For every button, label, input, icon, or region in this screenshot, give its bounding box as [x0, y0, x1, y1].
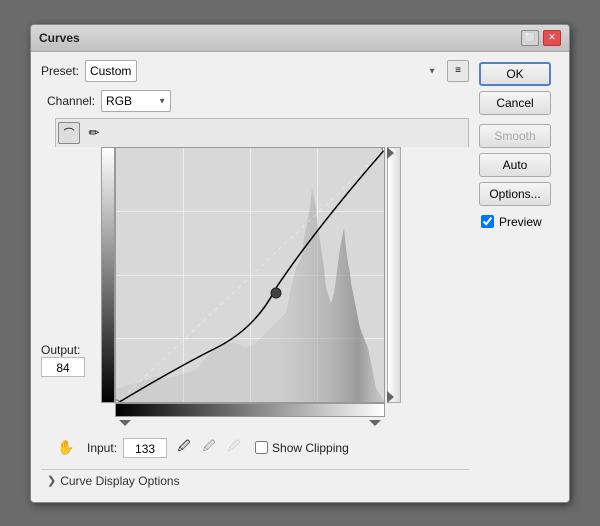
show-clipping-label: Show Clipping — [272, 441, 349, 455]
curves-dialog: Curves ⬜ ✕ Preset: Custom ≡ — [30, 24, 570, 503]
dialog-title: Curves — [39, 31, 80, 45]
x-gradient-area — [115, 403, 469, 417]
channel-label: Channel: — [47, 94, 95, 108]
show-clipping-row: Show Clipping — [255, 441, 349, 455]
close-icon: ✕ — [548, 32, 556, 43]
channel-select-wrap: RGB — [101, 90, 171, 112]
left-x-handle[interactable] — [119, 420, 131, 426]
x-gradient-bar — [115, 403, 385, 417]
x-slider-area — [115, 417, 385, 429]
curve-graph[interactable] — [115, 147, 385, 403]
white-eyedropper-button[interactable]: 🖉 — [223, 437, 245, 459]
black-eyedropper-button[interactable]: 🖉 — [173, 437, 195, 459]
title-bar: Curves ⬜ ✕ — [31, 25, 569, 52]
input-label: Input: — [87, 441, 117, 455]
auto-button[interactable]: Auto — [479, 153, 551, 177]
curve-tool-icon: ⌒ — [64, 125, 75, 141]
hand-tool-button[interactable]: ✋ — [55, 437, 77, 459]
preset-settings-icon[interactable]: ≡ — [447, 60, 469, 82]
preset-select[interactable]: Custom — [85, 60, 137, 82]
white-eyedropper-icon: 🖉 — [228, 437, 241, 458]
dialog-body: Preset: Custom ≡ Channel: RGB — [31, 52, 569, 502]
right-x-handle[interactable] — [369, 420, 381, 426]
gray-eyedropper-button[interactable]: 🖉 — [198, 437, 220, 459]
pencil-icon: ✏ — [89, 125, 100, 141]
preview-label: Preview — [499, 215, 542, 229]
preview-checkbox[interactable] — [481, 215, 494, 228]
channel-select[interactable]: RGB — [101, 90, 171, 112]
hand-icon: ✋ — [57, 439, 74, 456]
close-button[interactable]: ✕ — [543, 30, 561, 46]
histogram-svg — [116, 148, 385, 403]
gray-eyedropper-icon: 🖉 — [203, 437, 216, 458]
graph-area: Output: 84 — [41, 147, 469, 403]
show-clipping-checkbox[interactable] — [255, 441, 268, 454]
input-row: ✋ Input: 133 🖉 🖉 🖉 — [55, 437, 469, 459]
title-bar-controls: ⬜ ✕ — [521, 30, 561, 46]
left-panel: Preset: Custom ≡ Channel: RGB — [41, 60, 469, 492]
preset-select-wrap: Custom — [85, 60, 441, 82]
curve-display-label: Curve Display Options — [60, 474, 179, 488]
preset-row: Preset: Custom ≡ — [41, 60, 469, 82]
y-gradient-bar — [101, 147, 115, 403]
output-label: Output: — [41, 343, 80, 357]
settings-icon: ≡ — [455, 65, 461, 76]
minimize-button[interactable]: ⬜ — [521, 30, 539, 46]
eyedroppers: 🖉 🖉 🖉 — [173, 437, 245, 459]
input-value-box[interactable]: 133 — [123, 438, 167, 458]
pencil-tool-button[interactable]: ✏ — [83, 122, 105, 144]
curve-tool-button[interactable]: ⌒ — [58, 122, 80, 144]
output-area: Output: 84 — [41, 147, 101, 403]
top-slider-handle[interactable] — [387, 147, 394, 159]
output-value-box[interactable]: 84 — [41, 357, 85, 377]
curve-display-options-row[interactable]: ❯ Curve Display Options — [41, 469, 469, 492]
curve-point-mid — [271, 288, 281, 298]
curve-section: ⌒ ✏ Output: 84 — [41, 118, 469, 459]
preview-row: Preview — [479, 215, 559, 229]
right-strip — [387, 147, 401, 403]
ok-button[interactable]: OK — [479, 62, 551, 86]
minimize-icon: ⬜ — [525, 33, 535, 42]
right-slider-area — [385, 147, 401, 403]
cancel-button[interactable]: Cancel — [479, 91, 551, 115]
preset-label: Preset: — [41, 64, 79, 78]
expand-icon: ❯ — [47, 474, 56, 487]
options-button[interactable]: Options... — [479, 182, 551, 206]
smooth-button[interactable]: Smooth — [479, 124, 551, 148]
right-panel: OK Cancel Smooth Auto Options... Preview — [479, 60, 559, 492]
bottom-slider-handle[interactable] — [387, 391, 394, 403]
black-eyedropper-icon: 🖉 — [178, 437, 191, 458]
channel-row: Channel: RGB — [41, 90, 469, 112]
